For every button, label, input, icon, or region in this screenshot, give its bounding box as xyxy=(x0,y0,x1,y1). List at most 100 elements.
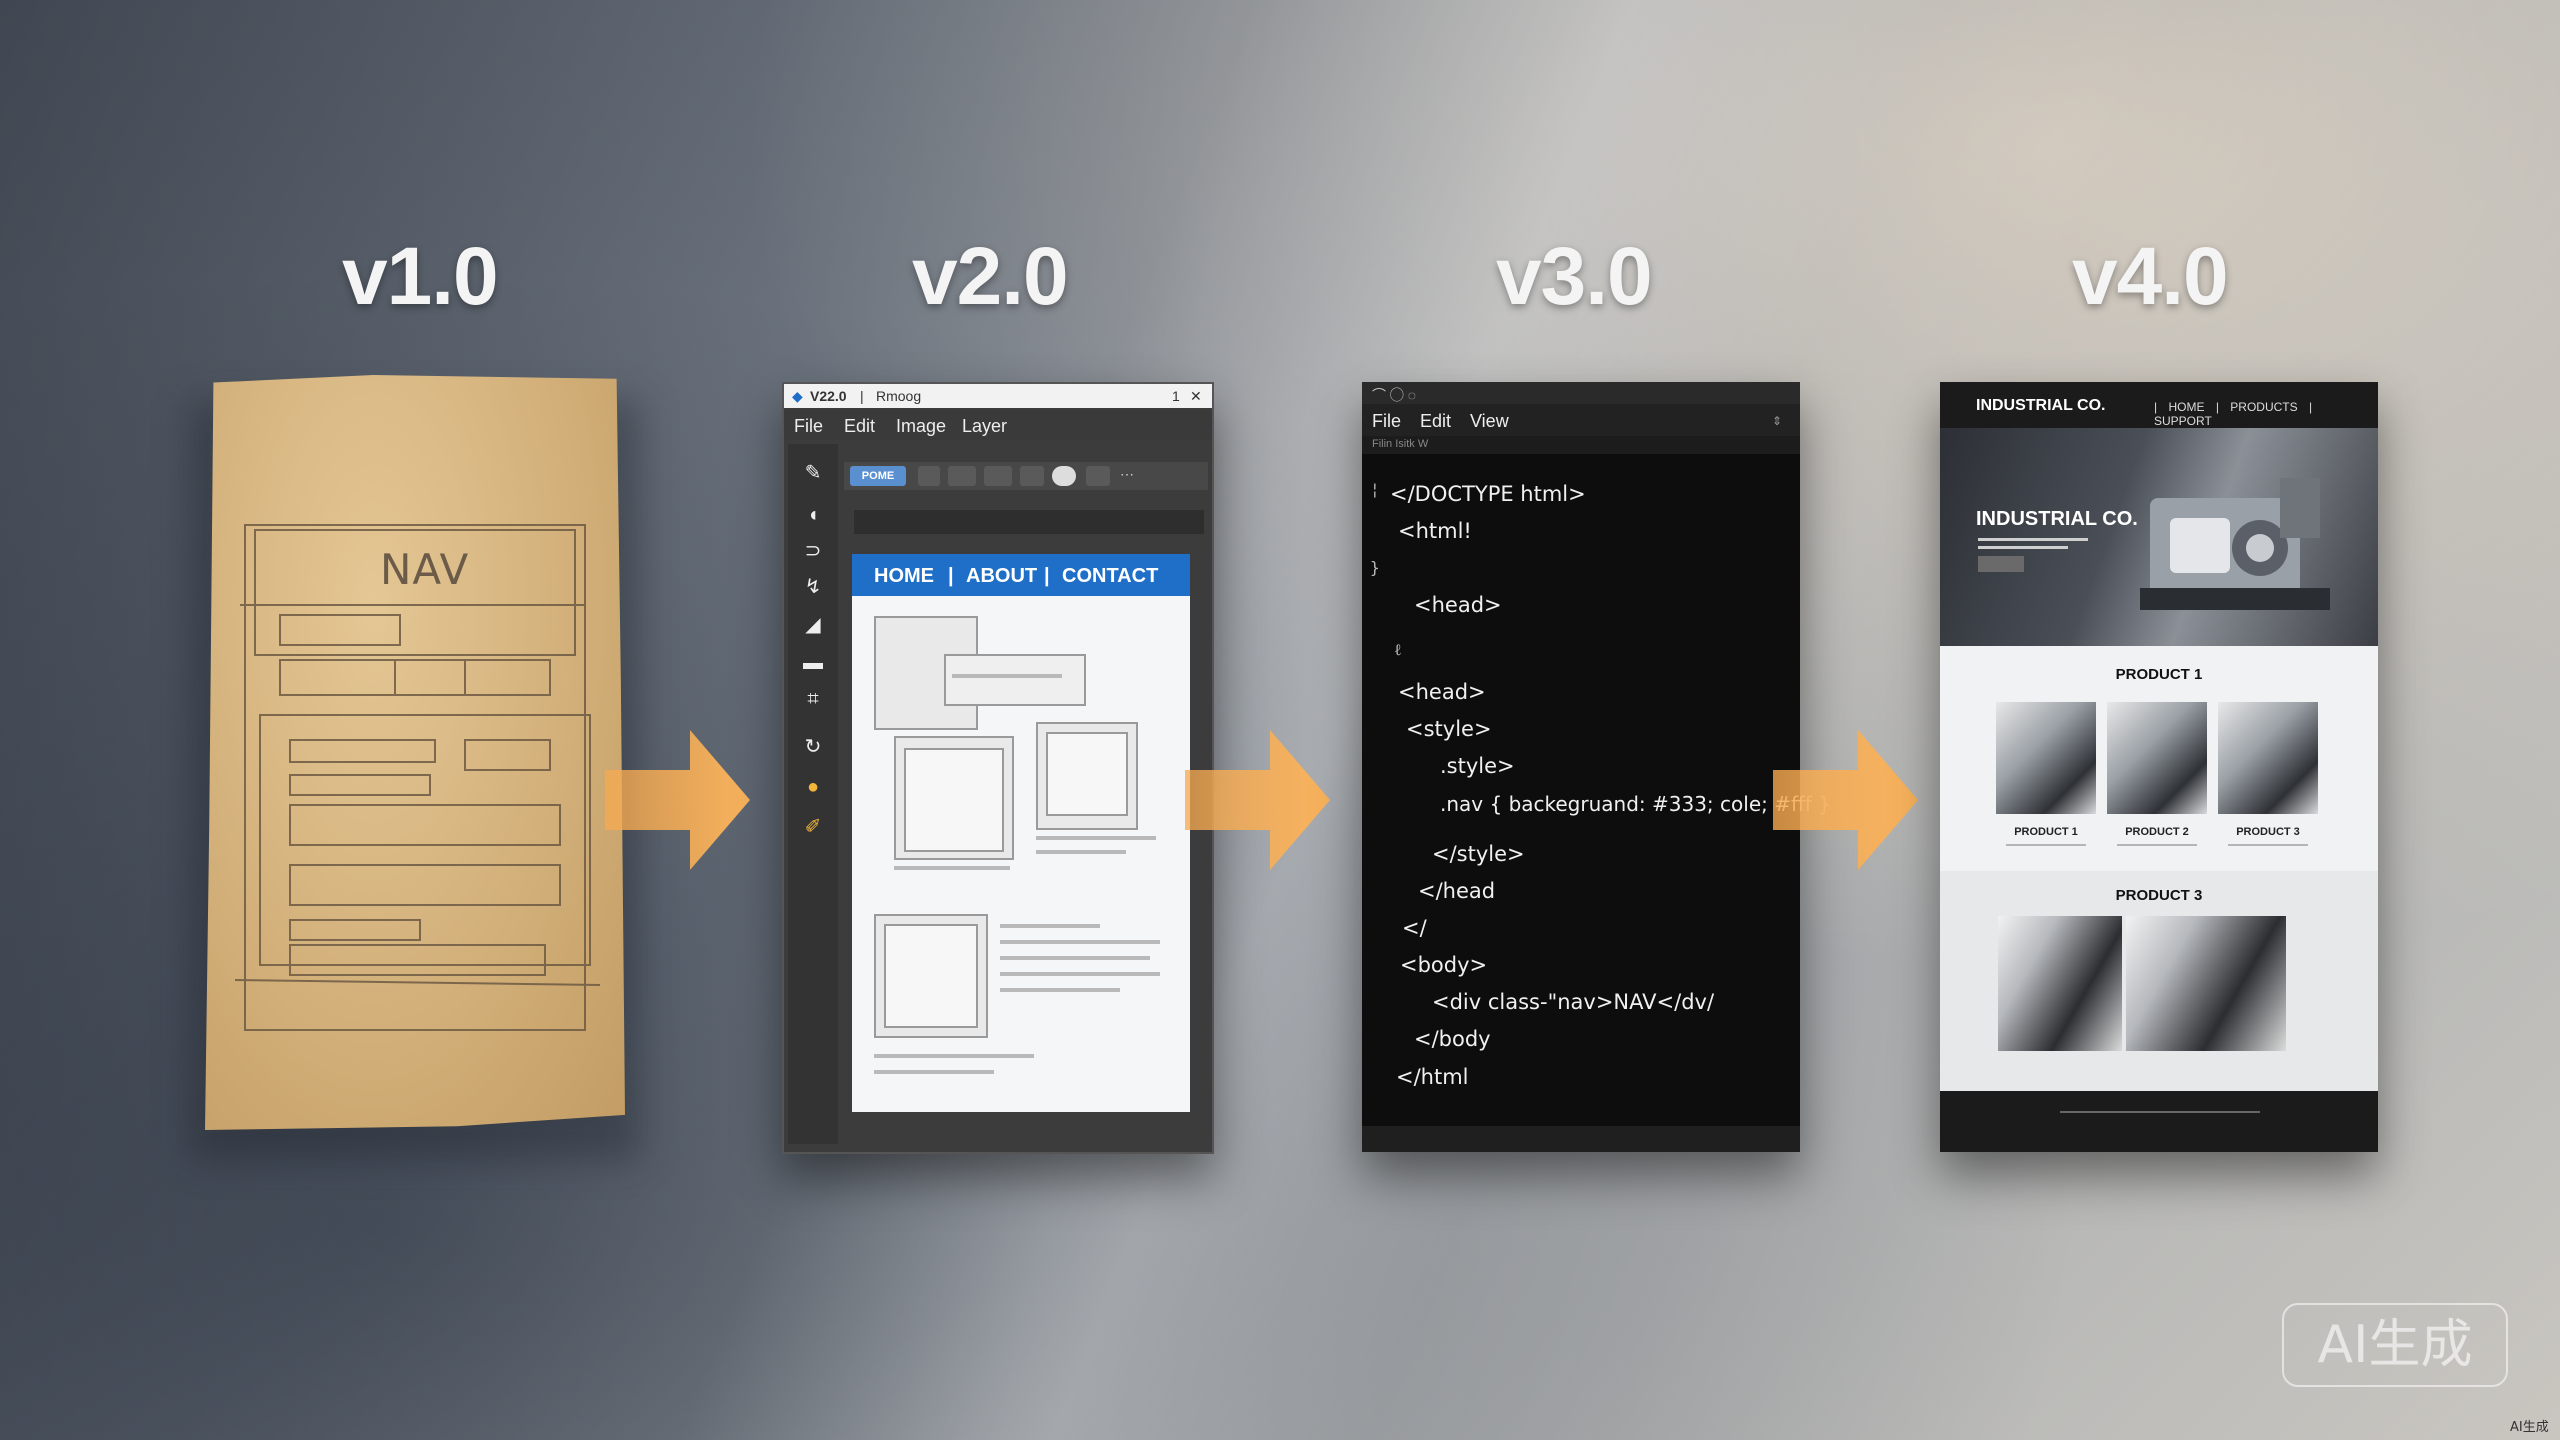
code-line[interactable]: <div class-"nav>NAV</dv/ xyxy=(1432,990,1714,1014)
code-line[interactable]: </style> xyxy=(1432,842,1525,866)
code-editor-window: ⌒ ◯ ◌ File Edit View ⇕ Filin Isitk W ¦ }… xyxy=(1362,382,1831,1152)
code-menubar: File Edit View ⇕ xyxy=(1362,404,1800,436)
code-line[interactable]: </DOCTYPE html> xyxy=(1390,482,1586,506)
editor-menu-edit[interactable]: Edit xyxy=(844,416,875,437)
code-menu-edit[interactable]: Edit xyxy=(1420,411,1451,432)
smudge-tool-icon[interactable]: ● xyxy=(800,776,826,798)
crop-tool-icon[interactable]: ⌗ xyxy=(800,688,826,710)
gutter-mark: ¦ xyxy=(1370,480,1380,499)
code-line[interactable]: </head xyxy=(1418,879,1495,903)
wireframe-line xyxy=(1036,850,1126,854)
mockup-nav-home: HOME xyxy=(874,565,934,587)
code-line[interactable]: </ xyxy=(1402,916,1427,940)
option-circle-button[interactable] xyxy=(1052,466,1076,486)
products-section: PRODUCT 1 PRODUCT 1 PRODUCT 2 PRODUCT 3 xyxy=(1940,646,2378,871)
code-line[interactable]: <head> xyxy=(1414,593,1502,617)
editor-app-icon: ◆ xyxy=(792,388,803,404)
wireframe-line xyxy=(1036,836,1156,840)
option-mask-button[interactable] xyxy=(948,466,976,486)
code-line[interactable]: <style> xyxy=(1406,717,1492,741)
mockup-nav-bar: HOME | ABOUT | CONTACT xyxy=(852,554,1190,596)
editor-title-sep: | xyxy=(860,388,864,404)
product-label-2[interactable]: PRODUCT 2 xyxy=(2102,826,2212,838)
product-label-1[interactable]: PRODUCT 1 xyxy=(1991,826,2101,838)
code-line[interactable]: </body xyxy=(1414,1027,1491,1051)
wireframe-line xyxy=(1000,988,1120,992)
wireframe-line xyxy=(894,866,1010,870)
code-titlebar: ⌒ ◯ ◌ xyxy=(1362,382,1800,404)
sketch-wireframe xyxy=(234,524,601,1031)
arrow-right-icon-3 xyxy=(1773,730,1918,870)
editor-close-button[interactable]: ✕ xyxy=(1190,388,1202,405)
mockup-nav-about: ABOUT xyxy=(966,565,1038,587)
option-more-icon[interactable]: ⋯ xyxy=(1120,466,1156,486)
brush-tool-icon[interactable]: ✎ xyxy=(800,462,826,484)
code-menu-view[interactable]: View xyxy=(1470,411,1509,432)
option-wand-button[interactable] xyxy=(1020,466,1044,486)
editor-titlebar: ◆ V22.0 | Rmoog 1 ✕ xyxy=(784,384,1212,408)
product-desc-line xyxy=(2117,844,2197,846)
site-logo[interactable]: INDUSTRIAL CO. xyxy=(1976,397,2105,415)
option-pome-button[interactable]: POME xyxy=(850,466,906,486)
option-move-button[interactable] xyxy=(984,466,1012,486)
code-submenu: Filin Isitk W xyxy=(1362,436,1800,454)
wireframe-box xyxy=(944,654,1086,706)
pen-tool-icon[interactable]: ↯ xyxy=(800,576,826,598)
editor-options-bar: POME ⋯ xyxy=(844,462,1208,490)
rotate-tool-icon[interactable]: ↻ xyxy=(800,736,826,758)
editor-status-bar xyxy=(844,1126,1204,1146)
option-layer-button[interactable] xyxy=(1086,466,1110,486)
wireframe-line xyxy=(952,674,1062,678)
gradient-tool-icon[interactable]: ◢ xyxy=(800,614,826,636)
code-window-icons: ⌒ ◯ ◌ xyxy=(1372,387,1417,403)
wireframe-box xyxy=(1046,732,1128,816)
product-image-3[interactable] xyxy=(2218,702,2318,814)
paint-tool-icon[interactable]: ✐ xyxy=(800,816,826,838)
editor-menu-image[interactable]: Image xyxy=(896,416,946,437)
site-nav-products[interactable]: PRODUCTS xyxy=(2230,400,2297,414)
footer-line xyxy=(2060,1111,2260,1113)
version-label-1: v1.0 xyxy=(342,231,499,322)
hero-cta-button[interactable] xyxy=(1978,556,2024,572)
code-line[interactable]: <head> xyxy=(1398,680,1486,704)
code-status-bar xyxy=(1362,1126,1800,1152)
eraser-tool-icon[interactable]: ▬ xyxy=(800,652,826,674)
mockup-nav-sep-2: | xyxy=(1044,565,1050,587)
gutter-mark: } xyxy=(1370,558,1380,577)
eyedropper-tool-icon[interactable]: ◖ xyxy=(800,504,826,526)
editor-title: V22.0 xyxy=(810,388,847,404)
version-label-4: v4.0 xyxy=(2072,231,2229,322)
ai-generated-watermark: AI生成 xyxy=(2282,1303,2508,1387)
code-line[interactable]: </html xyxy=(1396,1065,1469,1089)
site-footer xyxy=(1940,1091,2378,1152)
code-line[interactable]: <body> xyxy=(1400,953,1487,977)
sketch-nav-label: NAV xyxy=(380,545,470,594)
image-editor-window: ◆ V22.0 | Rmoog 1 ✕ File Edit Image Laye… xyxy=(782,382,1214,1154)
editor-canvas[interactable]: HOME | ABOUT | CONTACT xyxy=(852,554,1190,1112)
code-menu-expand-icon[interactable]: ⇕ xyxy=(1772,414,1782,428)
featured-image-1[interactable] xyxy=(1998,916,2122,1051)
site-nav-support[interactable]: SUPPORT xyxy=(2154,414,2212,428)
editor-menu-layer[interactable]: Layer xyxy=(962,416,1007,437)
site-header: INDUSTRIAL CO. | HOME | PRODUCTS | SUPPO… xyxy=(1940,382,2378,428)
arrow-right-icon-1 xyxy=(605,730,750,870)
website-final: INDUSTRIAL CO. | HOME | PRODUCTS | SUPPO… xyxy=(1940,382,2378,1152)
products-section-title: PRODUCT 1 xyxy=(2115,666,2203,683)
product-image-2[interactable] xyxy=(2107,702,2207,814)
code-menu-file[interactable]: File xyxy=(1372,411,1401,432)
product-image-1[interactable] xyxy=(1996,702,2096,814)
code-line[interactable]: <html! xyxy=(1398,519,1472,543)
option-square-button[interactable] xyxy=(918,466,940,486)
editor-secondary-toolbar xyxy=(854,510,1204,534)
featured-section-title: PRODUCT 3 xyxy=(2115,887,2203,904)
site-nav-home[interactable]: HOME xyxy=(2168,400,2204,414)
product-label-3[interactable]: PRODUCT 3 xyxy=(2213,826,2323,838)
wireframe-line xyxy=(1000,924,1100,928)
hero-machine-image xyxy=(2140,478,2330,610)
lasso-tool-icon[interactable]: ⊃ xyxy=(800,540,826,562)
featured-image-2[interactable] xyxy=(2126,916,2286,1051)
code-line[interactable]: .style> xyxy=(1440,754,1515,778)
wireframe-line xyxy=(874,1054,1034,1058)
editor-minimize-button[interactable]: 1 xyxy=(1172,388,1180,404)
editor-menu-file[interactable]: File xyxy=(794,416,823,437)
